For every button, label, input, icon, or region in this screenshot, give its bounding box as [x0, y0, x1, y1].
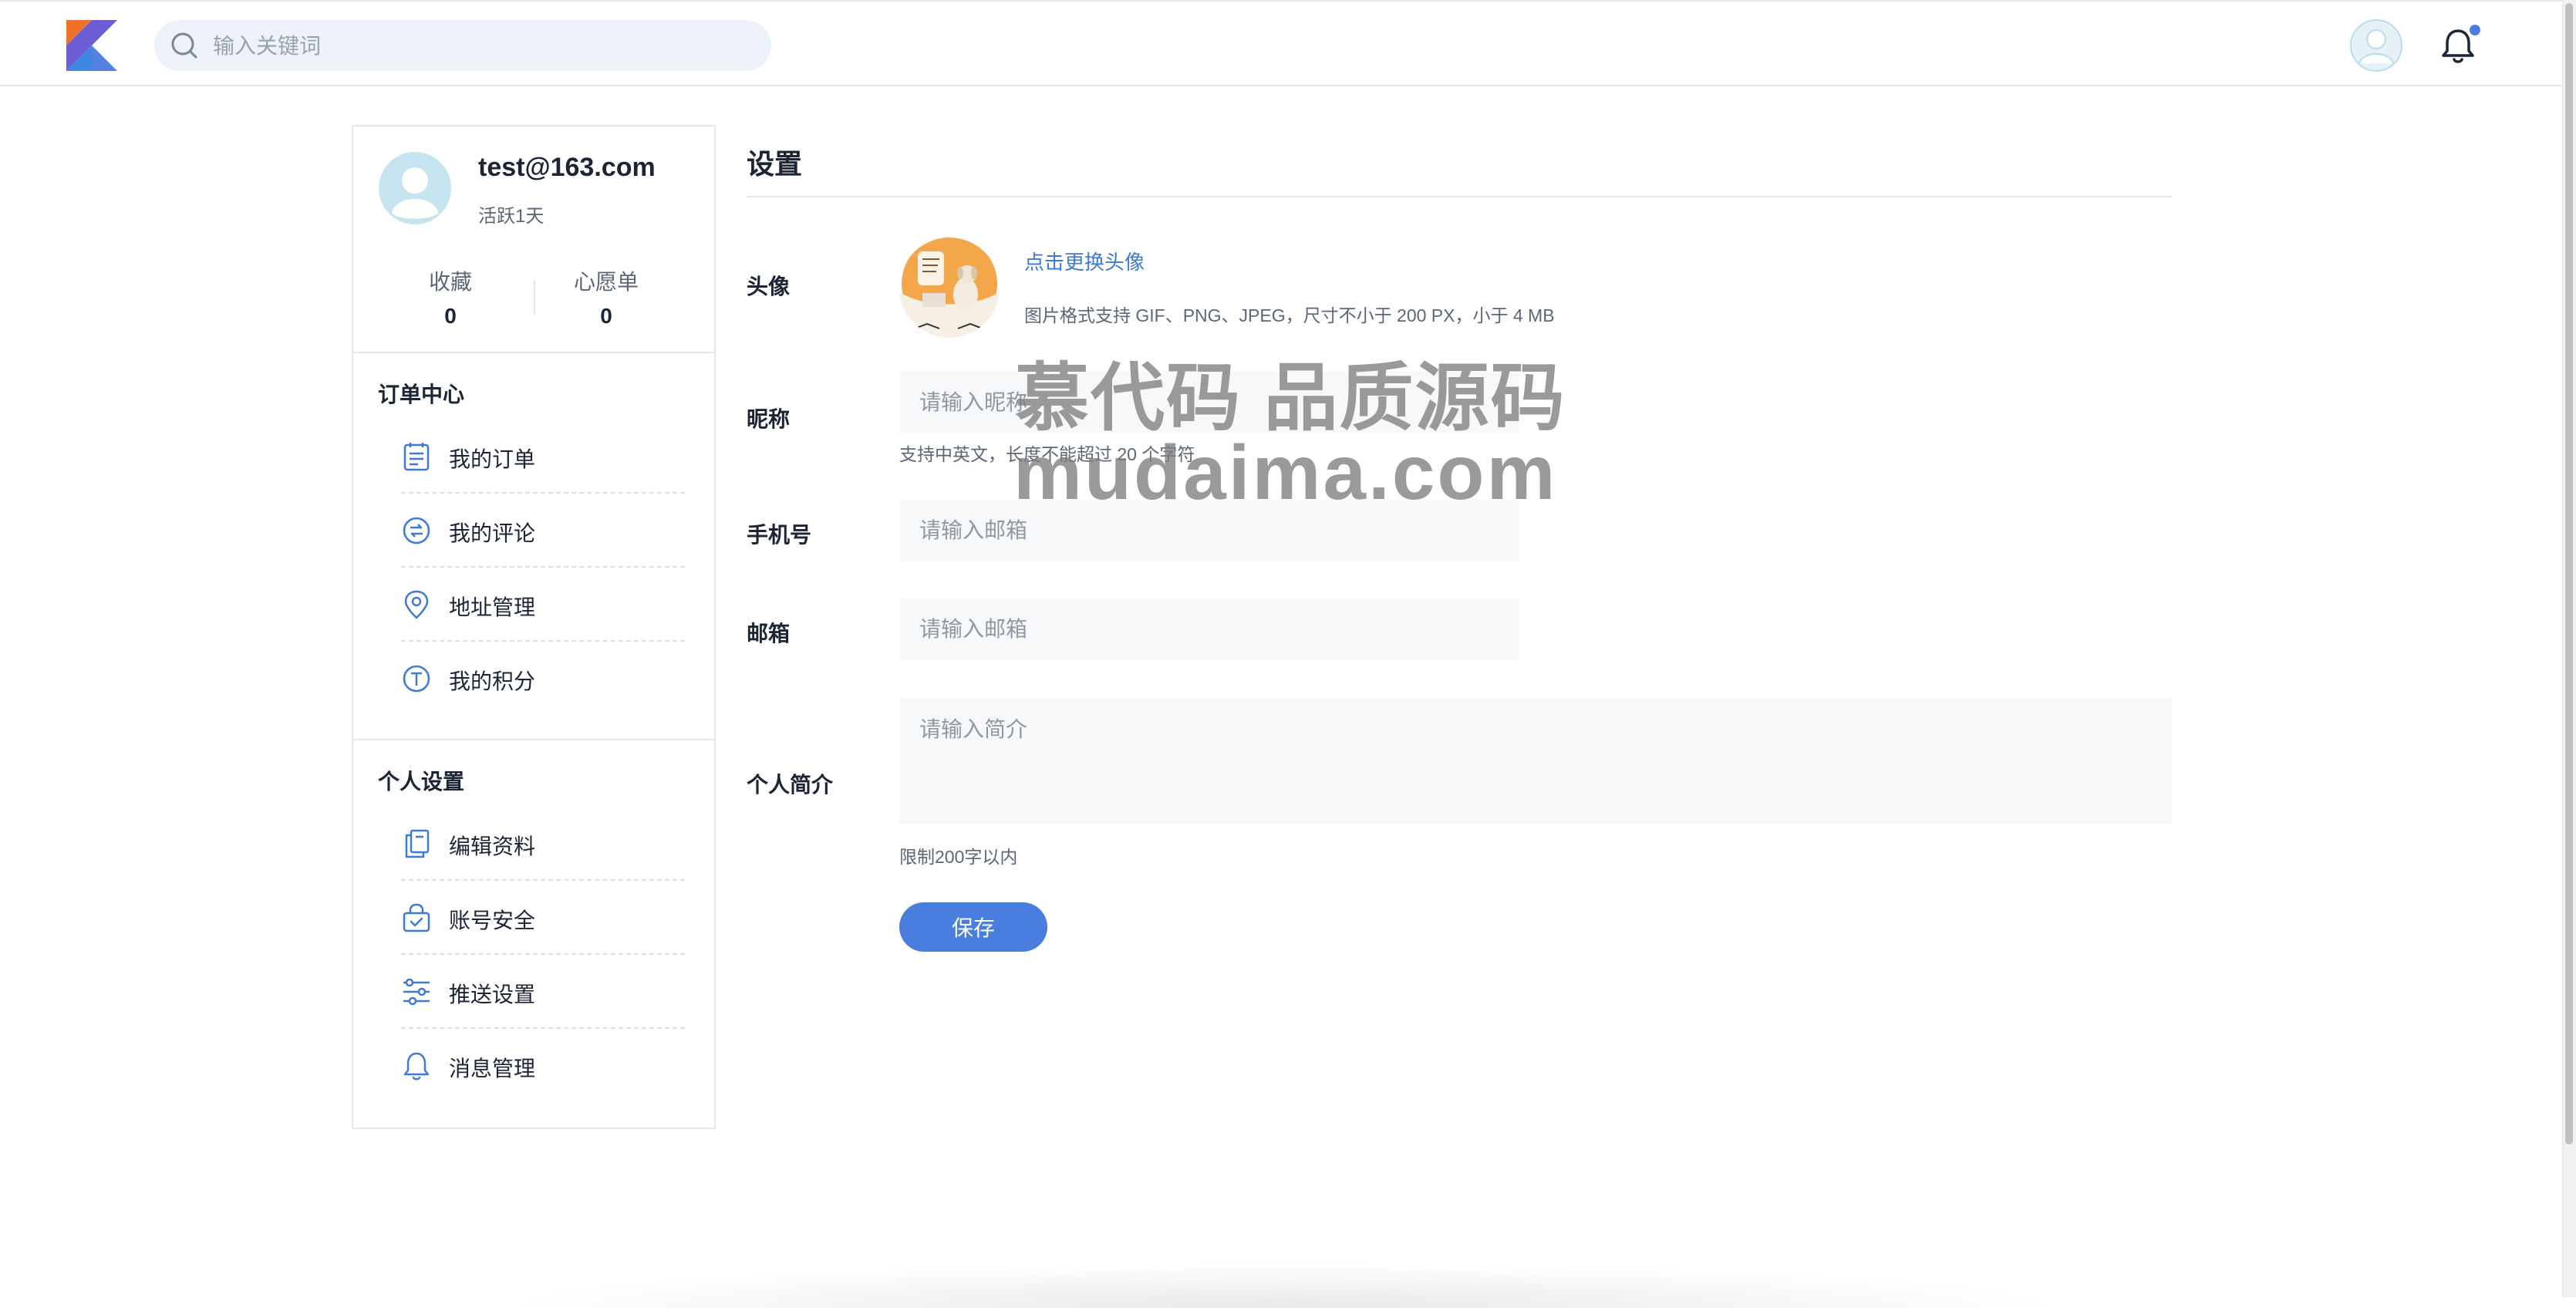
sidebar-item-edit-profile[interactable]: 编辑资料 [401, 807, 685, 881]
title-divider [747, 196, 2172, 197]
page-scrollbar[interactable] [2562, 0, 2576, 1297]
section-title-orders: 订单中心 [378, 383, 465, 406]
notification-dot [2470, 25, 2480, 35]
bio-hint: 限制200字以内 [899, 847, 1018, 867]
dog-avatar-image [899, 238, 1000, 338]
sidebar-item-message-management[interactable]: 消息管理 [401, 1029, 685, 1103]
sidebar-item-label: 我的评论 [449, 521, 536, 545]
sidebar-item-push-settings[interactable]: 推送设置 [401, 955, 685, 1029]
bell-icon [403, 1052, 430, 1080]
bottom-shadow [494, 1262, 2075, 1308]
location-icon [404, 590, 429, 619]
current-avatar-image[interactable] [899, 238, 1000, 338]
stat-favorites[interactable]: 收藏 0 [373, 265, 528, 329]
edit-profile-icon [405, 829, 430, 858]
search-bar[interactable] [154, 20, 771, 72]
page-title: 设置 [747, 148, 803, 180]
profile-active-days: 活跃1天 [478, 206, 545, 227]
section-title-personal: 个人设置 [378, 770, 465, 794]
sidebar-item-address[interactable]: 地址管理 [401, 568, 685, 642]
stat-value: 0 [444, 304, 457, 328]
sidebar-item-label: 地址管理 [449, 595, 536, 619]
stat-label: 心愿单 [573, 270, 639, 294]
top-header [0, 0, 2562, 86]
nickname-label: 昵称 [747, 407, 791, 431]
section-divider [353, 739, 714, 740]
sidebar-item-label: 推送设置 [449, 983, 536, 1006]
profile-avatar-icon[interactable] [378, 151, 452, 225]
email-label: 邮箱 [747, 622, 791, 646]
phone-label: 手机号 [747, 523, 812, 547]
sidebar-item-account-security[interactable]: 账号安全 [401, 881, 685, 955]
sidebar-item-my-comments[interactable]: 我的评论 [401, 494, 685, 568]
stat-value: 0 [600, 304, 612, 328]
user-sidebar: test@163.com 活跃1天 收藏 0 心愿单 0 订单中心 我的订单 我… [352, 125, 716, 1129]
stat-label: 收藏 [428, 270, 472, 294]
change-avatar-link[interactable]: 点击更换头像 [1024, 247, 1145, 275]
search-input[interactable] [211, 20, 754, 72]
watermark-domain: mudaima.com [1013, 430, 1558, 516]
sliders-icon [403, 978, 430, 1006]
sidebar-item-my-orders[interactable]: 我的订单 [401, 420, 685, 494]
bio-textarea[interactable] [899, 699, 2172, 824]
order-list-icon [403, 443, 430, 471]
email-input[interactable] [899, 598, 1519, 660]
sidebar-item-label: 消息管理 [449, 1057, 536, 1080]
save-button[interactable]: 保存 [899, 902, 1047, 952]
brand-logo-icon[interactable] [66, 20, 117, 71]
sidebar-item-label: 账号安全 [449, 909, 536, 932]
sidebar-item-label: 我的订单 [449, 447, 536, 471]
scrollbar-thumb[interactable] [2565, 3, 2573, 1144]
section-divider [353, 352, 714, 353]
stat-wishlist[interactable]: 心愿单 0 [529, 265, 683, 329]
security-icon [403, 903, 430, 932]
sidebar-item-label: 编辑资料 [449, 834, 536, 858]
sidebar-item-label: 我的积分 [449, 669, 536, 693]
bio-label: 个人简介 [747, 773, 834, 797]
profile-email: test@163.com [478, 153, 656, 182]
avatar-label: 头像 [747, 275, 791, 298]
avatar-format-hint: 图片格式支持 GIF、PNG、JPEG，尺寸不小于 200 PX，小于 4 MB [1024, 305, 1555, 325]
sidebar-item-points[interactable]: 我的积分 [401, 642, 685, 716]
comment-icon [403, 517, 430, 544]
points-icon [403, 665, 430, 693]
user-avatar-icon[interactable] [2349, 19, 2403, 72]
search-icon [171, 32, 197, 59]
